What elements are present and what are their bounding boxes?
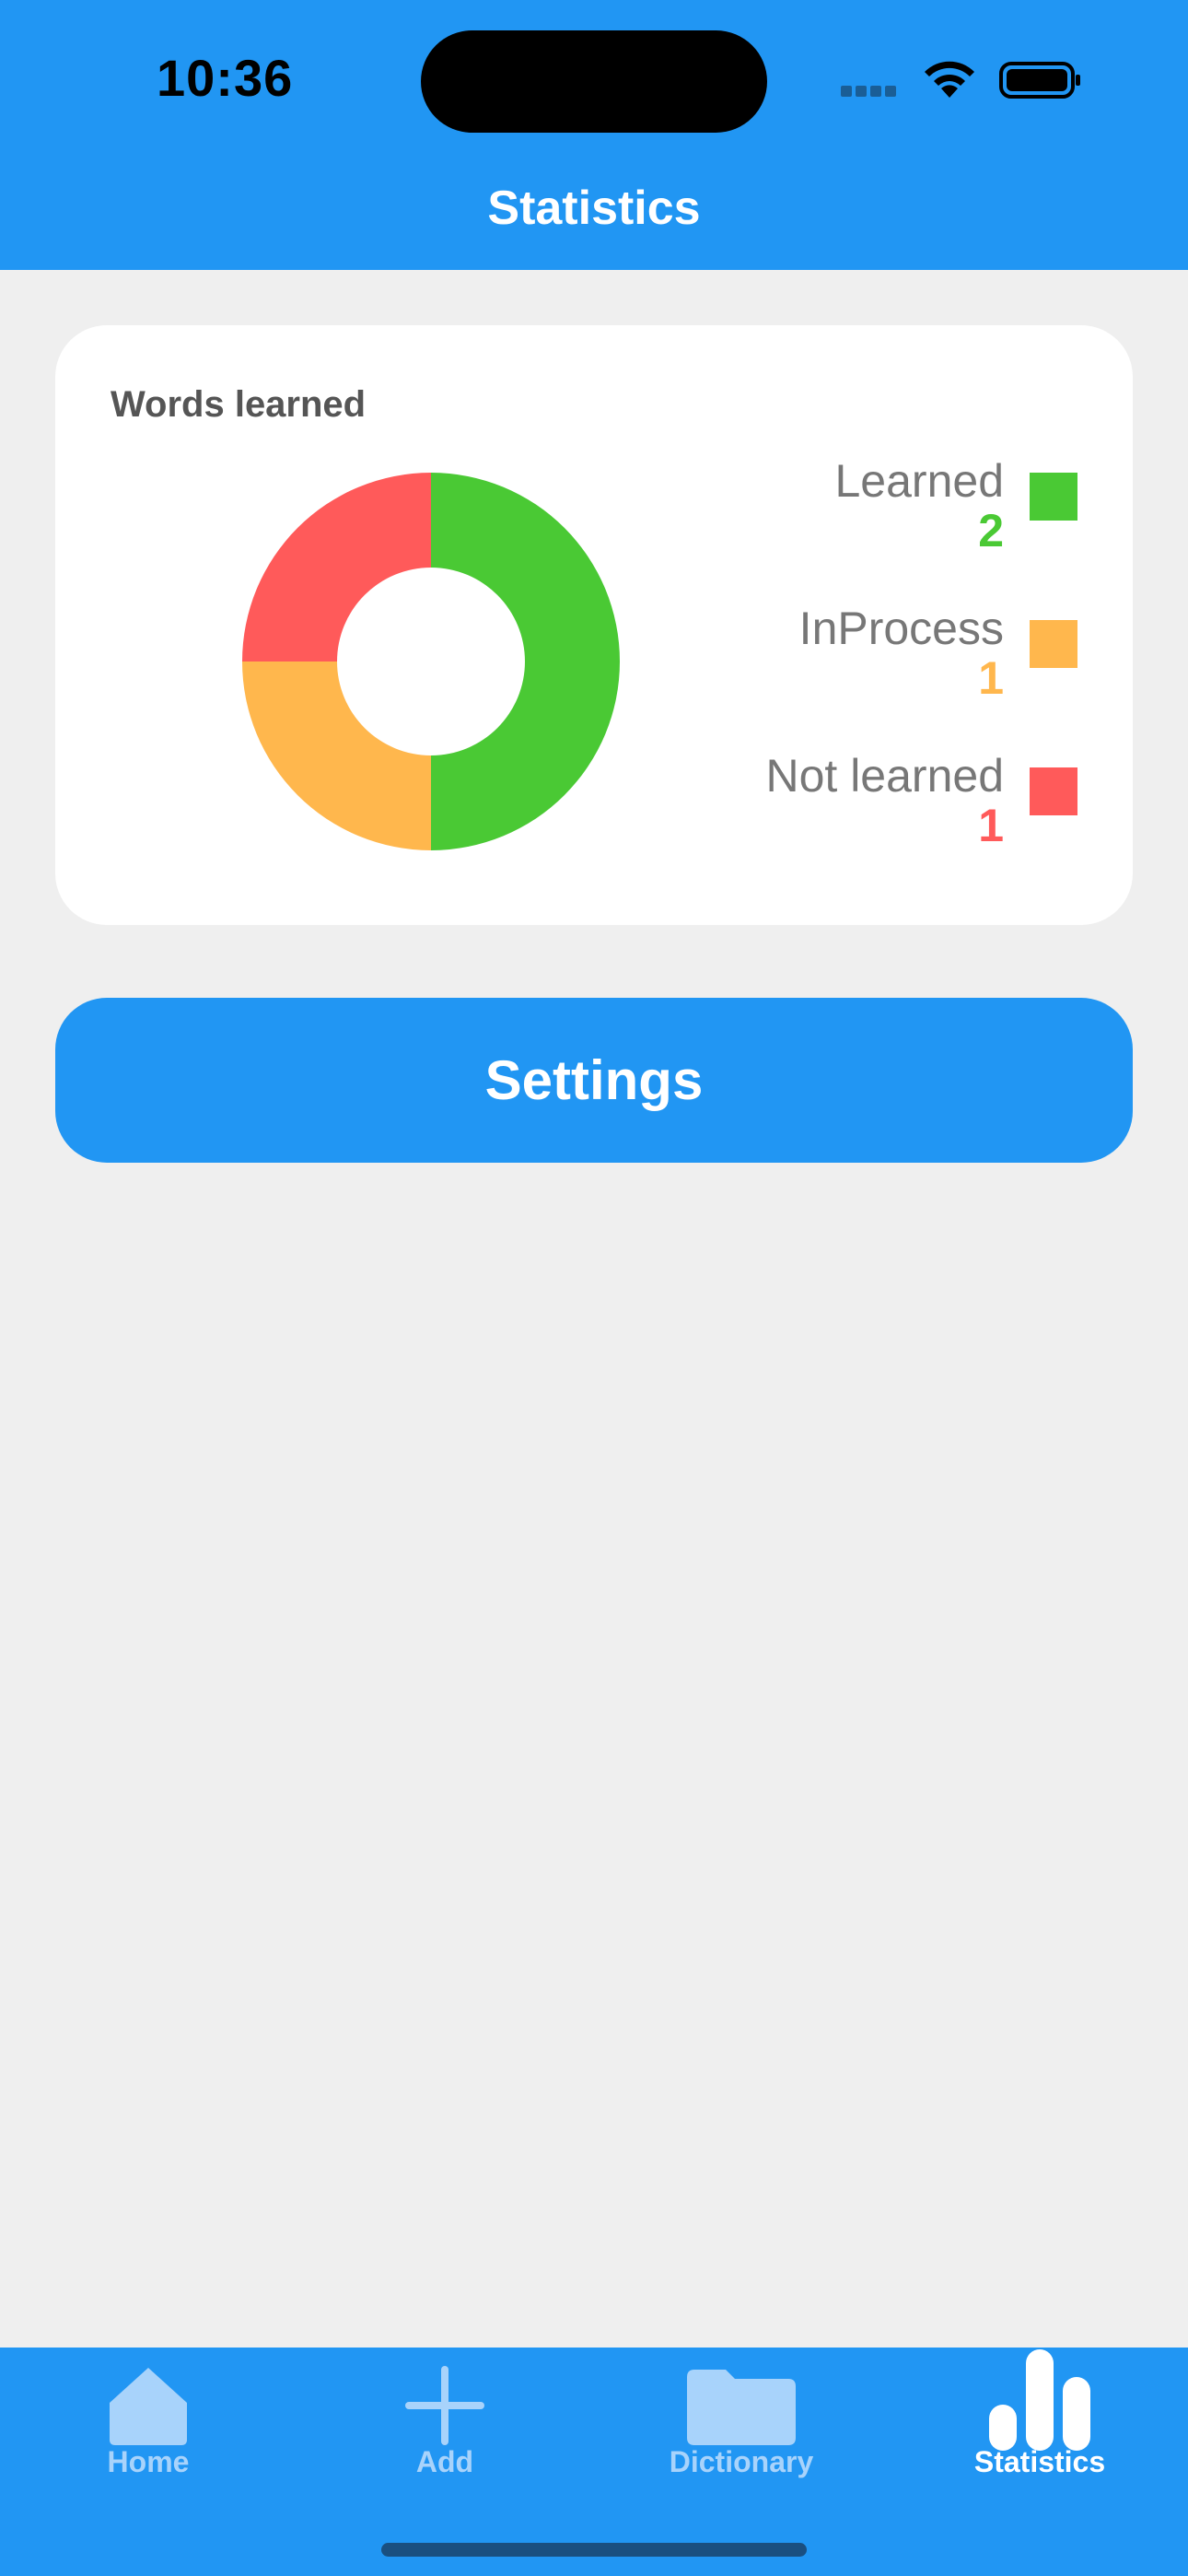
- bar-chart-icon: [989, 2349, 1090, 2451]
- tab-label: Statistics: [973, 2445, 1106, 2478]
- donut-slice-not-learned: [242, 473, 431, 662]
- legend-label: Learned: [834, 455, 1005, 507]
- cellular-signal-icon: [841, 85, 907, 97]
- home-indicator: [381, 2543, 807, 2557]
- tab-label: Add: [415, 2445, 474, 2478]
- tab-home[interactable]: Home: [0, 2348, 297, 2486]
- app-header: 10:36 Statistics: [0, 0, 1188, 270]
- legend-swatch: [1030, 473, 1077, 521]
- battery-icon: [999, 62, 1080, 99]
- settings-button[interactable]: Settings: [55, 998, 1133, 1163]
- legend-swatch: [1030, 767, 1077, 815]
- dynamic-island: [421, 30, 767, 133]
- tab-dictionary[interactable]: Dictionary: [593, 2348, 890, 2486]
- legend-item-learned: Learned 2: [617, 454, 1077, 565]
- tab-statistics[interactable]: Statistics: [891, 2348, 1188, 2486]
- chart-title: Words learned: [111, 384, 367, 425]
- legend-label: Not learned: [765, 750, 1005, 802]
- legend-value: 1: [978, 652, 1004, 704]
- legend-swatch: [1030, 620, 1077, 668]
- donut-slice-inprocess: [242, 662, 431, 850]
- donut-slice-learned: [431, 473, 620, 850]
- donut-chart: [242, 473, 620, 850]
- wifi-icon: [925, 61, 974, 98]
- legend-label: InProcess: [798, 603, 1004, 654]
- plus-icon: [405, 2366, 484, 2445]
- tab-add[interactable]: Add: [297, 2348, 593, 2486]
- legend-item-not-learned: Not learned 1: [617, 749, 1077, 860]
- page-title: Statistics: [487, 181, 701, 235]
- words-learned-card: Words learned Learned 2 InProcess 1 Not …: [55, 325, 1133, 925]
- tab-label: Home: [107, 2445, 190, 2478]
- legend-item-inprocess: InProcess 1: [617, 602, 1077, 712]
- status-time: 10:36: [157, 49, 294, 107]
- legend-value: 1: [978, 800, 1004, 851]
- tab-bar: Home Add Dictionary Statistics: [0, 2348, 1188, 2576]
- legend-value: 2: [978, 505, 1004, 556]
- folder-icon: [687, 2370, 796, 2445]
- home-icon: [110, 2368, 187, 2445]
- tab-label: Dictionary: [669, 2445, 814, 2478]
